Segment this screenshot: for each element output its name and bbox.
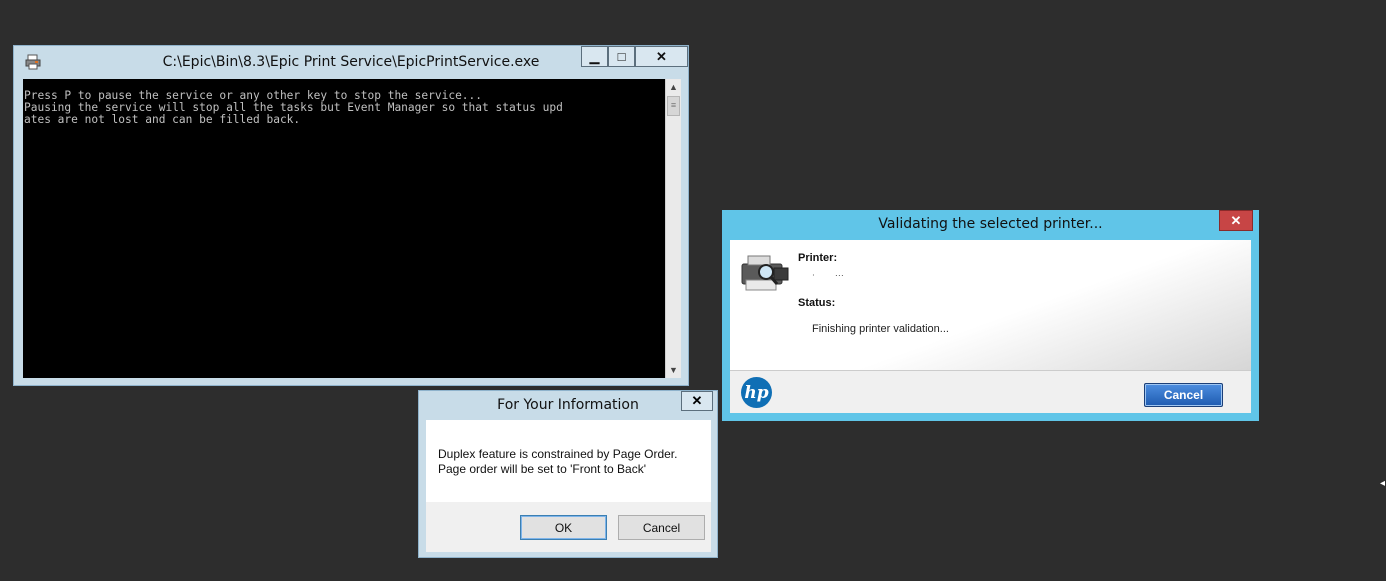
scroll-thumb[interactable]: ≡ [667,96,680,116]
fyi-dialog: For Your Information ✕ Duplex feature is… [418,390,718,558]
console-output-text: Press P to pause the service or any othe… [24,89,563,126]
console-title: C:\Epic\Bin\8.3\Epic Print Service\EpicP… [162,54,540,70]
hp-logo-icon: hp [741,377,772,408]
fyi-message-line2: Page order will be set to 'Front to Back… [438,462,647,476]
hp-validation-dialog: Validating the selected printer... ✕ Pri… [722,210,1259,421]
printer-name-value: ⋅ ⋯ [812,270,844,280]
hp-info-panel: Printer: ⋅ ⋯ Status: Finishing printer v… [730,240,1251,370]
status-label: Status: [798,297,836,309]
console-titlebar[interactable]: C:\Epic\Bin\8.3\Epic Print Service\EpicP… [14,46,688,77]
vertical-scrollbar[interactable]: ▲ ≡ ▼ [665,79,681,378]
fyi-footer: OK Cancel [426,502,711,552]
console-window: C:\Epic\Bin\8.3\Epic Print Service\EpicP… [13,45,689,386]
mouse-cursor-icon: ◂ [1380,478,1386,489]
fyi-cancel-button[interactable]: Cancel [618,515,705,540]
fyi-message-line1: Duplex feature is constrained by Page Or… [438,447,678,461]
scroll-up-arrow-icon[interactable]: ▲ [666,79,681,95]
fyi-close-button[interactable]: ✕ [681,391,713,411]
hp-close-button[interactable]: ✕ [1219,210,1253,231]
maximize-button[interactable]: □ [608,46,635,67]
scroll-down-arrow-icon[interactable]: ▼ [666,362,681,378]
close-button[interactable]: ✕ [635,46,688,67]
hp-dialog-title: Validating the selected printer... [878,216,1103,232]
hp-footer: hp Cancel [730,370,1251,413]
fyi-dialog-title: For Your Information [497,397,639,413]
console-output-area[interactable]: Press P to pause the service or any othe… [23,79,665,378]
printer-search-icon [740,254,790,294]
fyi-message: Duplex feature is constrained by Page Or… [438,447,677,477]
hp-cancel-button[interactable]: Cancel [1144,383,1223,407]
status-text: Finishing printer validation... [812,323,949,335]
minimize-button[interactable]: ▁ [581,46,608,67]
ok-button[interactable]: OK [520,515,607,540]
printer-label: Printer: [798,252,838,264]
fyi-content: Duplex feature is constrained by Page Or… [426,420,711,502]
printer-app-icon [25,54,41,70]
